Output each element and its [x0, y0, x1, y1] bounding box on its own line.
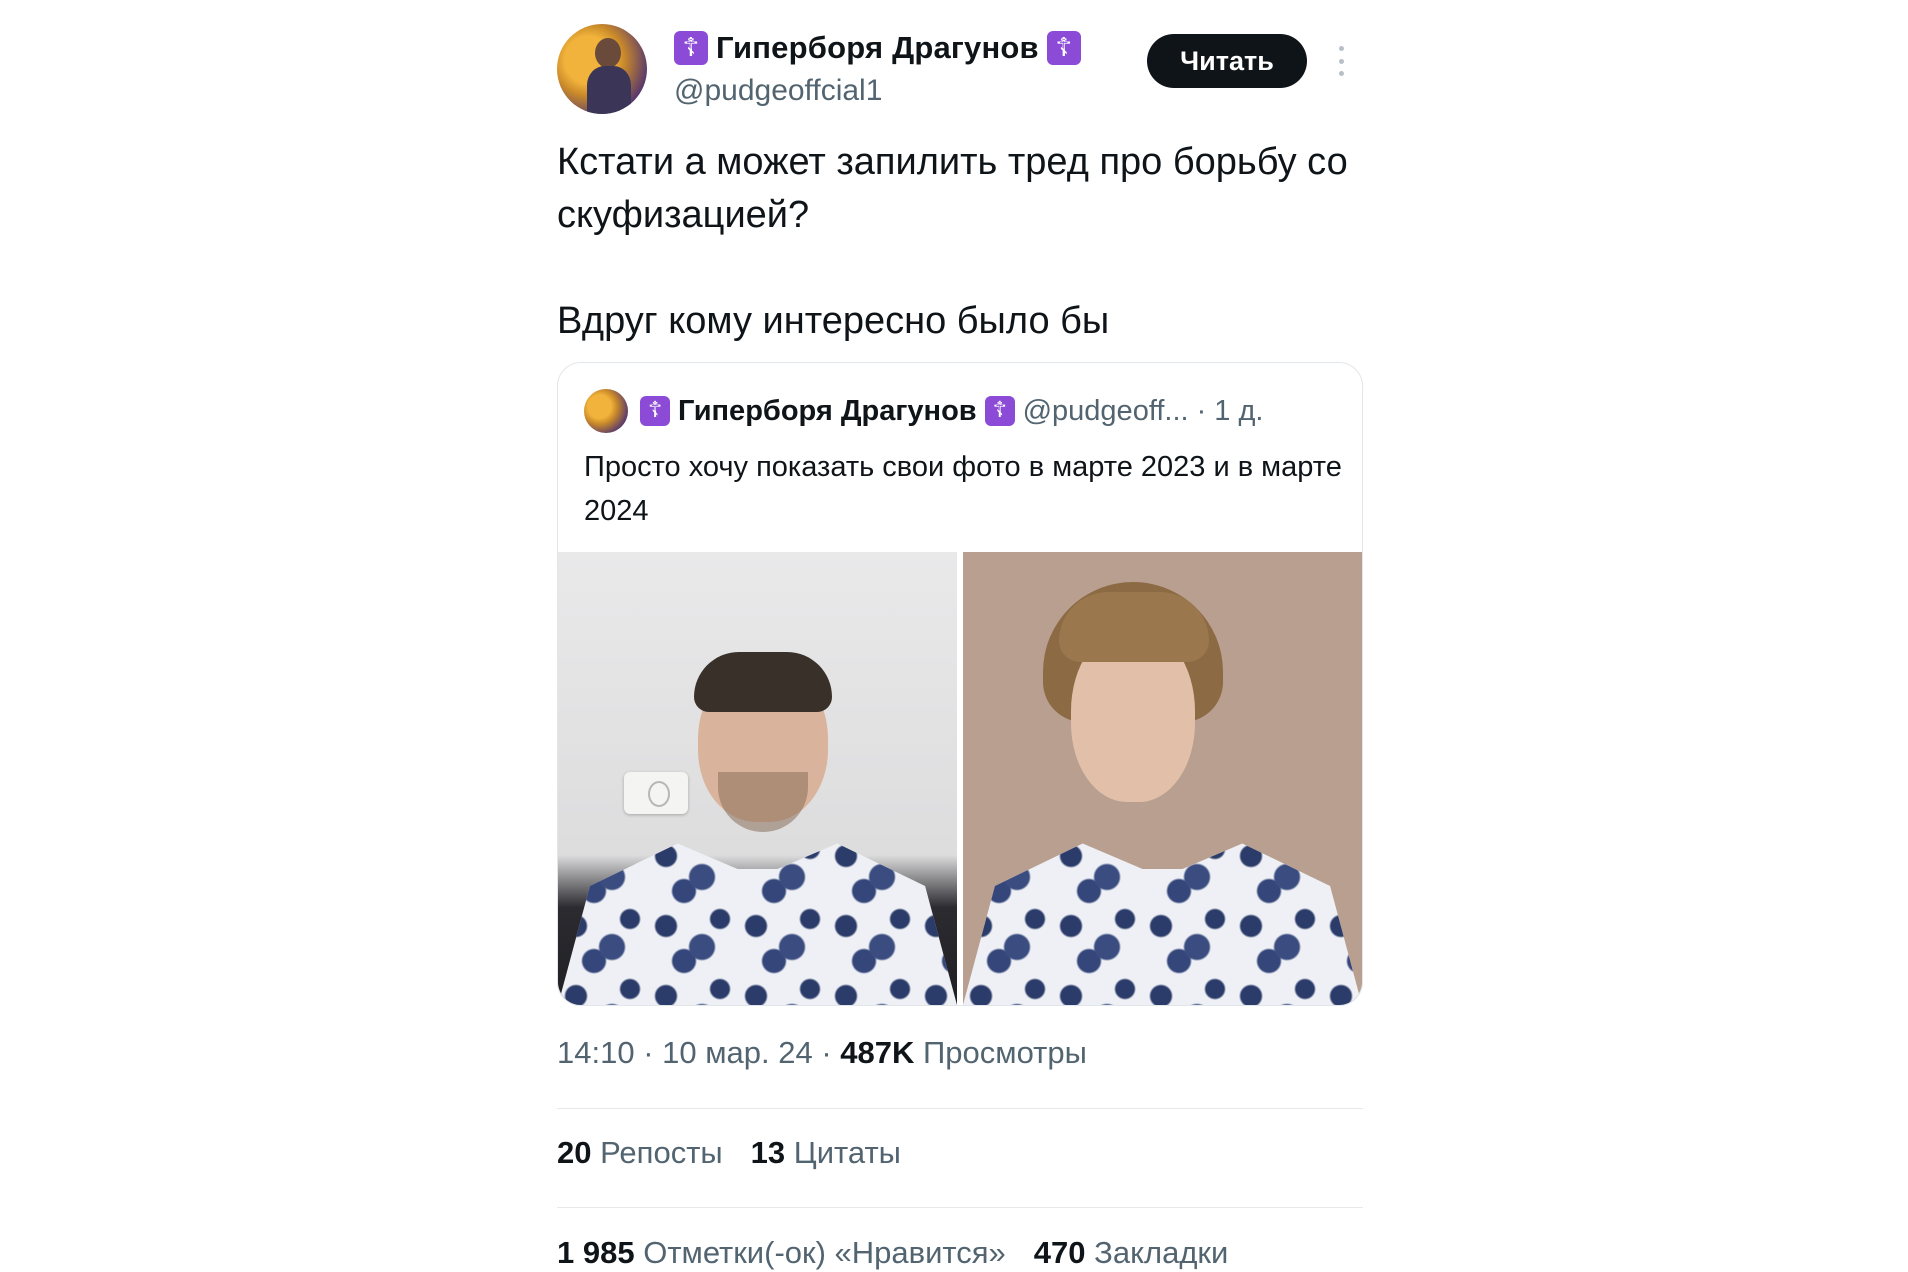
quoted-tweet-header: ☦ Гиперборя Драгунов ☦ @pudgeoff... · 1 … — [584, 389, 1263, 433]
more-options-icon[interactable] — [1335, 46, 1347, 76]
views-count: 487K — [840, 1035, 915, 1070]
reposts-count: 20 — [557, 1135, 592, 1170]
follow-button[interactable]: Читать — [1147, 34, 1307, 88]
quoted-tweet-photos — [558, 552, 1362, 1005]
shirt — [963, 843, 1362, 1005]
quotes-label: Цитаты — [793, 1135, 901, 1170]
reposts-label: Репосты — [600, 1135, 723, 1170]
bookmarks-label: Закладки — [1094, 1235, 1229, 1270]
tweet-paragraph: Кстати а может запилить тред про борьбу … — [557, 141, 1348, 236]
bookmarks-count: 470 — [1033, 1235, 1086, 1270]
views-label: Просмотры — [923, 1035, 1087, 1070]
quoted-author-avatar — [584, 389, 628, 433]
author-display-name[interactable]: Гиперборя Драгунов — [716, 30, 1039, 66]
likes-stat[interactable]: 1 985 Отметки(-ок) «Нравится» — [557, 1235, 1006, 1271]
likes-count: 1 985 — [557, 1235, 635, 1270]
divider — [557, 1207, 1363, 1208]
quotes-count: 13 — [750, 1135, 786, 1170]
wall-socket — [624, 772, 688, 814]
quoted-tweet-time: 1 д. — [1214, 394, 1264, 427]
quotes-stat[interactable]: 13 Цитаты — [751, 1135, 901, 1171]
likes-label: Отметки(-ок) «Нравится» — [643, 1235, 1006, 1270]
tweet-meta: 14:10 · 10 мар. 24 · 487K Просмотры — [557, 1035, 1087, 1071]
stats-row-likes: 1 985 Отметки(-ок) «Нравится» 470 Заклад… — [557, 1235, 1228, 1271]
fringe — [1059, 592, 1209, 662]
stats-row-reposts: 20 Репосты 13 Цитаты — [557, 1135, 901, 1171]
tweet-text: Кстати а может запилить тред про борьбу … — [557, 136, 1363, 348]
quoted-author-handle: @pudgeoff... — [1022, 394, 1189, 427]
author-handle[interactable]: @pudgeoffcial1 — [674, 74, 882, 108]
hair — [694, 652, 832, 712]
divider — [557, 1108, 1363, 1109]
quoted-tweet[interactable]: ☦ Гиперборя Драгунов ☦ @pudgeoff... · 1 … — [557, 362, 1363, 1006]
tweet-paragraph: Вдруг кому интересно было бы — [557, 300, 1110, 342]
photo-2023[interactable] — [558, 552, 957, 1005]
quoted-tweet-text: Просто хочу показать свои фото в марте 2… — [584, 451, 1342, 527]
tweet-timestamp[interactable]: 14:10 · 10 мар. 24 · — [557, 1035, 840, 1070]
author-name-row[interactable]: ☦ Гиперборя Драгунов ☦ — [674, 30, 1081, 66]
author-avatar[interactable] — [557, 24, 647, 114]
orthodox-cross-icon: ☦ — [674, 31, 708, 65]
quoted-author-name: Гиперборя Драгунов — [678, 394, 977, 427]
orthodox-cross-icon: ☦ — [1046, 31, 1081, 65]
separator-dot: · — [1196, 394, 1207, 427]
bookmarks-stat[interactable]: 470 Закладки — [1034, 1235, 1229, 1271]
tweet: ☦ Гиперборя Драгунов ☦ @pudgeoffcial1 Чи… — [557, 0, 1363, 1272]
reposts-stat[interactable]: 20 Репосты — [557, 1135, 723, 1171]
beard — [718, 772, 808, 832]
photo-2024[interactable] — [963, 552, 1362, 1005]
orthodox-cross-icon: ☦ — [984, 396, 1015, 426]
orthodox-cross-icon: ☦ — [640, 396, 670, 426]
